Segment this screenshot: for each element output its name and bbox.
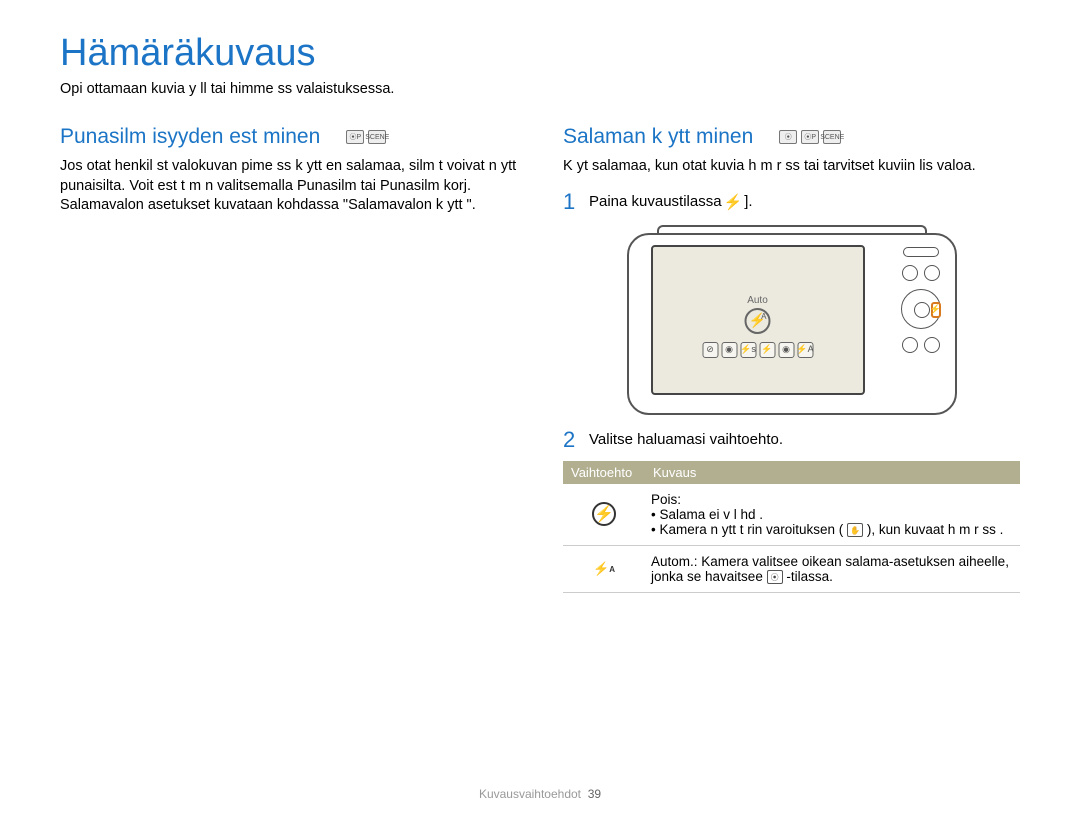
heading-text: Salaman k ytt minen — [563, 125, 753, 149]
flash-off-icon: ⊘ — [702, 342, 718, 358]
camera-screen: Auto ⚡A ⊘ ◉ ⚡s ⚡ ◉ ⚡A — [651, 245, 865, 395]
mode-icon-smart: ⦿ — [779, 130, 797, 144]
step-1-prefix: Paina kuvaustilassa — [589, 193, 722, 210]
flash-intro: K yt salamaa, kun otat kuvia h m r ss ta… — [563, 157, 1020, 177]
screen-mode-label: Auto — [702, 295, 813, 306]
options-table: Vaihtoehto Kuvaus ⚡ Pois: Salama ei v l … — [563, 461, 1020, 594]
page-title: Hämäräkuvaus — [60, 32, 1020, 75]
bullet: Salama ei v l hd . — [651, 507, 1014, 522]
row-title: Pois: — [651, 492, 1014, 507]
camera-round-button — [902, 337, 918, 353]
step-2: 2 Valitse haluamasi vaihtoehto. — [563, 429, 1020, 451]
mode-icon-p: ⦿P — [801, 130, 819, 144]
smart-mode-icon: ⦿ — [767, 570, 783, 584]
mode-icons: ⦿ ⦿P SCENE — [779, 130, 841, 144]
flash-auto-icon: ⚡A — [745, 308, 771, 334]
camera-round-button — [924, 265, 940, 281]
mode-icon-p: ⦿P — [346, 130, 364, 144]
flash-redeye-icon: ◉ — [721, 342, 737, 358]
table-row: ⚡ Pois: Salama ei v l hd . Kamera n ytt … — [563, 484, 1020, 546]
row2-suffix: -tilassa. — [786, 569, 833, 584]
flash-auto-small-icon: ⚡A — [797, 342, 813, 358]
right-column: Salaman k ytt minen ⦿ ⦿P SCENE K yt sala… — [563, 125, 1020, 593]
row-desc: Pois: Salama ei v l hd . Kamera n ytt t … — [645, 484, 1020, 546]
camera-button-pill — [903, 247, 939, 257]
row-desc: Autom.: Kamera valitsee oikean salama-as… — [645, 546, 1020, 593]
flash-auto-smart-icon: ⚡A — [592, 557, 616, 581]
redeye-body: Jos otat henkil st valokuvan pime ss k y… — [60, 157, 517, 216]
page-number: 39 — [588, 787, 601, 801]
step-1: 1 Paina kuvaustilassa ⚡ ]. — [563, 191, 1020, 213]
flash-eye-icon: ◉ — [778, 342, 794, 358]
camera-round-button — [902, 265, 918, 281]
camera-buttons: ⚡ — [901, 247, 941, 353]
dpad-right-flash-icon: ⚡ — [931, 302, 941, 318]
page-footer: Kuvausvaihtoehdot 39 — [0, 787, 1080, 801]
bullet-suffix: ), kun kuvaat h m r ss . — [867, 522, 1004, 537]
col-header-desc: Kuvaus — [645, 461, 1020, 484]
camera-illustration: Auto ⚡A ⊘ ◉ ⚡s ⚡ ◉ ⚡A — [563, 225, 1020, 415]
left-column: Punasilm isyyden est minen ⦿P SCENE Jos … — [60, 125, 517, 593]
step-number: 1 — [563, 191, 579, 213]
camera-round-button — [924, 337, 940, 353]
section-heading-redeye: Punasilm isyyden est minen ⦿P SCENE — [60, 125, 517, 149]
page-subtitle: Opi ottamaan kuvia y ll tai himme ss val… — [60, 81, 1020, 97]
step-1-suffix: ]. — [744, 193, 752, 210]
content-columns: Punasilm isyyden est minen ⦿P SCENE Jos … — [60, 125, 1020, 593]
heading-text: Punasilm isyyden est minen — [60, 125, 320, 149]
step-text: Valitse haluamasi vaihtoehto. — [589, 429, 783, 448]
step-text: Paina kuvaustilassa ⚡ ]. — [589, 191, 753, 211]
flash-off-icon: ⚡ — [592, 502, 616, 526]
flash-slow-icon: ⚡s — [740, 342, 756, 358]
step-number: 2 — [563, 429, 579, 451]
table-row: ⚡A Autom.: Kamera valitsee oikean salama… — [563, 546, 1020, 593]
section-heading-flash: Salaman k ytt minen ⦿ ⦿P SCENE — [563, 125, 1020, 149]
hand-shake-icon: ✋ — [847, 523, 863, 537]
mode-icon-scene: SCENE — [368, 130, 386, 144]
footer-section: Kuvausvaihtoehdot — [479, 787, 581, 801]
mode-icon-scene: SCENE — [823, 130, 841, 144]
col-header-option: Vaihtoehto — [563, 461, 645, 484]
mode-icons: ⦿P SCENE — [346, 130, 386, 144]
bullet-prefix: Kamera n ytt t rin varoituksen ( — [659, 522, 843, 537]
camera-dpad: ⚡ — [901, 289, 941, 329]
flash-glyph-icon: ⚡ — [724, 193, 743, 211]
flash-option-row: ⊘ ◉ ⚡s ⚡ ◉ ⚡A — [702, 342, 813, 358]
flash-fill-icon: ⚡ — [759, 342, 775, 358]
bullet: Kamera n ytt t rin varoituksen ( ✋ ), ku… — [651, 522, 1014, 537]
